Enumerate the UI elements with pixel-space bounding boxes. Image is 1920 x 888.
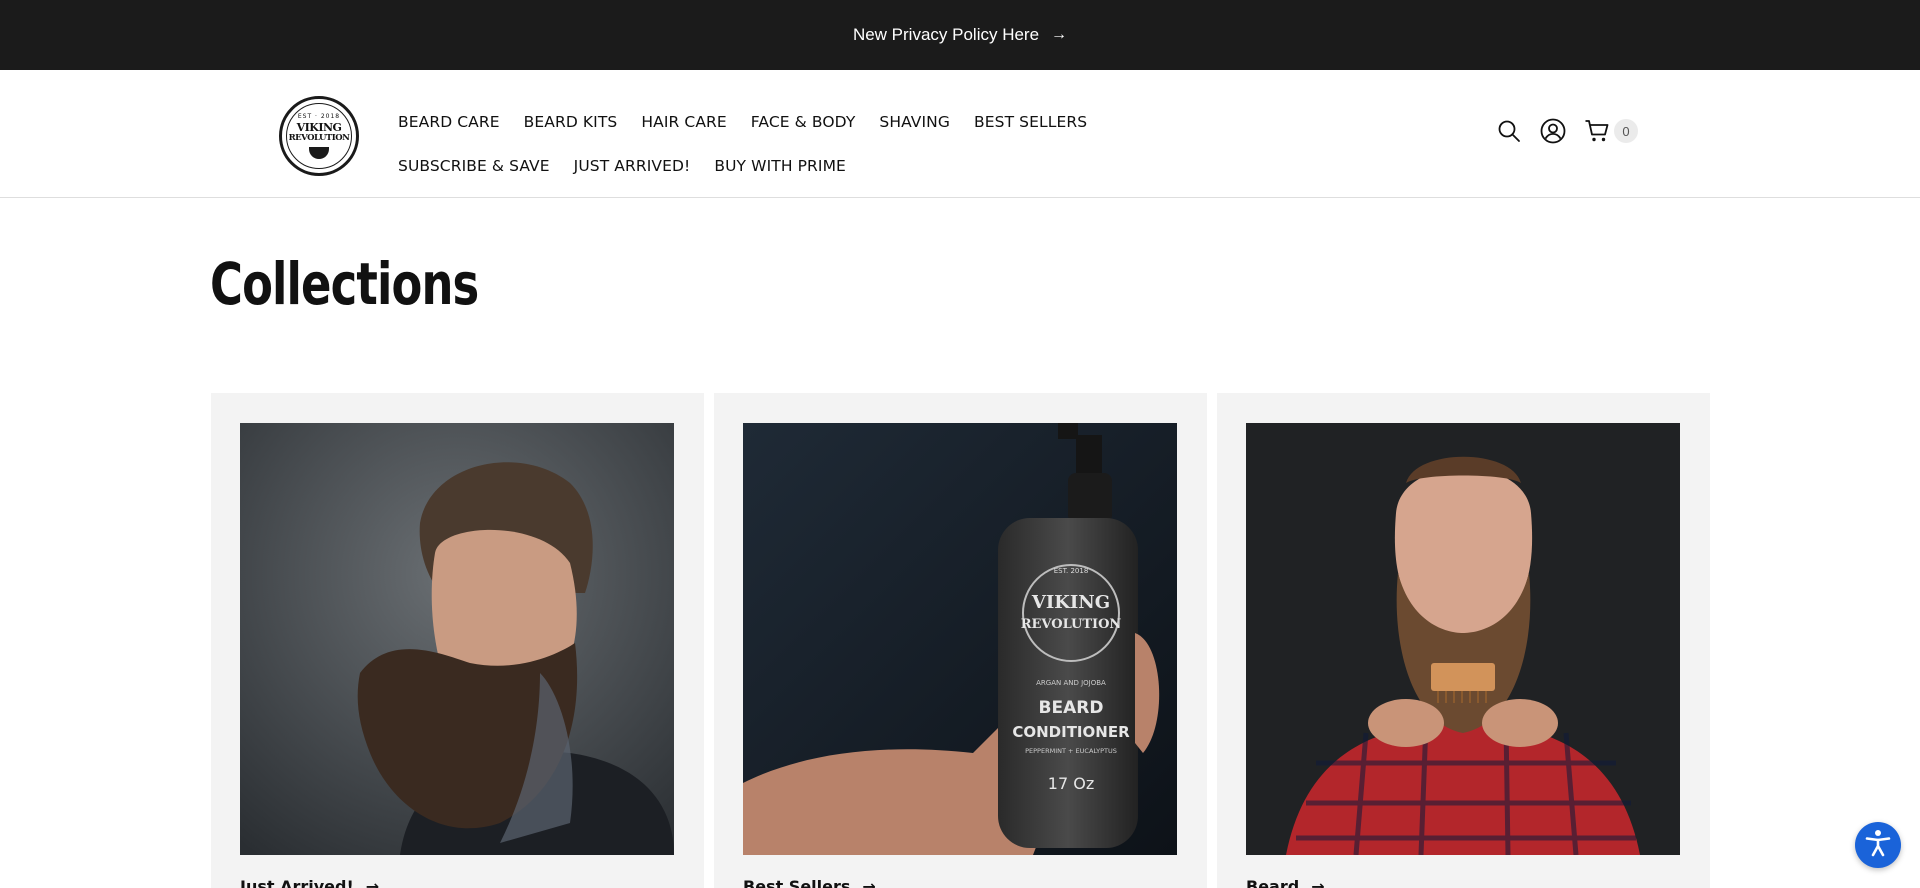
collection-label: Beard xyxy=(1246,877,1300,888)
header-icons: 0 xyxy=(1496,118,1638,144)
arrow-right-icon: → xyxy=(1311,877,1325,888)
bottle-est: EST. 2018 xyxy=(1054,567,1089,575)
bottle-scent: PEPPERMINT + EUCALYPTUS xyxy=(1025,747,1117,755)
nav-best-sellers[interactable]: BEST SELLERS xyxy=(974,113,1087,131)
cart-icon xyxy=(1584,118,1610,144)
arrow-right-icon: → xyxy=(862,877,876,888)
logo-line-1: VIKING xyxy=(296,121,342,134)
announcement-bar: New Privacy Policy Here → xyxy=(0,0,1920,70)
beard-emblem-icon xyxy=(309,147,329,159)
collection-card-beard[interactable]: Beard → xyxy=(1217,393,1710,888)
collection-label: Just Arrived! xyxy=(240,877,354,888)
nav-hair-care[interactable]: HAIR CARE xyxy=(641,113,726,131)
bottle-brand-2: REVOLUTION xyxy=(1021,617,1122,632)
bottle-name-1: BEARD xyxy=(1039,698,1104,718)
page-title: Collections xyxy=(210,250,479,318)
nav-buy-with-prime[interactable]: BUY WITH PRIME xyxy=(714,157,846,175)
announcement-text: New Privacy Policy Here xyxy=(852,25,1040,44)
collection-image-beard xyxy=(1246,423,1680,855)
nav-beard-kits[interactable]: BEARD KITS xyxy=(524,113,618,131)
search-icon[interactable] xyxy=(1496,118,1522,144)
bottle-name-2: CONDITIONER xyxy=(1012,723,1130,741)
arrow-right-icon: → xyxy=(365,877,380,888)
nav-face-body[interactable]: FACE & BODY xyxy=(751,113,856,131)
account-icon[interactable] xyxy=(1540,118,1566,144)
bottle-size: 17 Oz xyxy=(1048,774,1094,793)
nav-subscribe-save[interactable]: SUBSCRIBE & SAVE xyxy=(398,157,550,175)
privacy-policy-link[interactable]: New Privacy Policy Here → xyxy=(853,25,1067,45)
collection-image-best-sellers: EST. 2018 VIKING REVOLUTION ARGAN AND JO… xyxy=(743,423,1177,855)
bottle-brand-1: VIKING xyxy=(1031,592,1110,613)
arrow-right-icon: → xyxy=(1051,26,1068,43)
collections-grid: Just Arrived! → EST. 2018 VIKING REVOLUT… xyxy=(211,393,1710,888)
nav-shaving[interactable]: SHAVING xyxy=(879,113,950,131)
nav-beard-care[interactable]: BEARD CARE xyxy=(398,113,500,131)
collection-link-just-arrived[interactable]: Just Arrived! → xyxy=(240,877,675,888)
logo-est: EST · 2018 xyxy=(297,113,341,120)
collection-image-just-arrived xyxy=(240,423,674,855)
collection-label: Best Sellers xyxy=(743,877,851,888)
collection-link-best-sellers[interactable]: Best Sellers → xyxy=(743,877,1178,888)
nav-row-2: SUBSCRIBE & SAVE JUST ARRIVED! BUY WITH … xyxy=(398,144,1158,188)
accessibility-icon xyxy=(1862,827,1894,864)
site-header: EST · 2018 VIKING REVOLUTION BEARD CARE … xyxy=(0,70,1920,198)
bottle-subtitle: ARGAN AND JOJOBA xyxy=(1036,679,1106,687)
collection-link-beard[interactable]: Beard → xyxy=(1246,877,1681,888)
cart-button[interactable]: 0 xyxy=(1584,118,1638,144)
collection-card-best-sellers[interactable]: EST. 2018 VIKING REVOLUTION ARGAN AND JO… xyxy=(714,393,1207,888)
collection-card-just-arrived[interactable]: Just Arrived! → xyxy=(211,393,704,888)
accessibility-button[interactable] xyxy=(1855,822,1901,868)
main-nav: BEARD CARE BEARD KITS HAIR CARE FACE & B… xyxy=(398,100,1158,188)
viking-revolution-logo[interactable]: EST · 2018 VIKING REVOLUTION xyxy=(279,96,359,176)
cart-count-badge: 0 xyxy=(1614,119,1638,143)
nav-row-1: BEARD CARE BEARD KITS HAIR CARE FACE & B… xyxy=(398,100,1158,144)
nav-just-arrived[interactable]: JUST ARRIVED! xyxy=(574,157,691,175)
logo-line-2: REVOLUTION xyxy=(288,133,350,143)
